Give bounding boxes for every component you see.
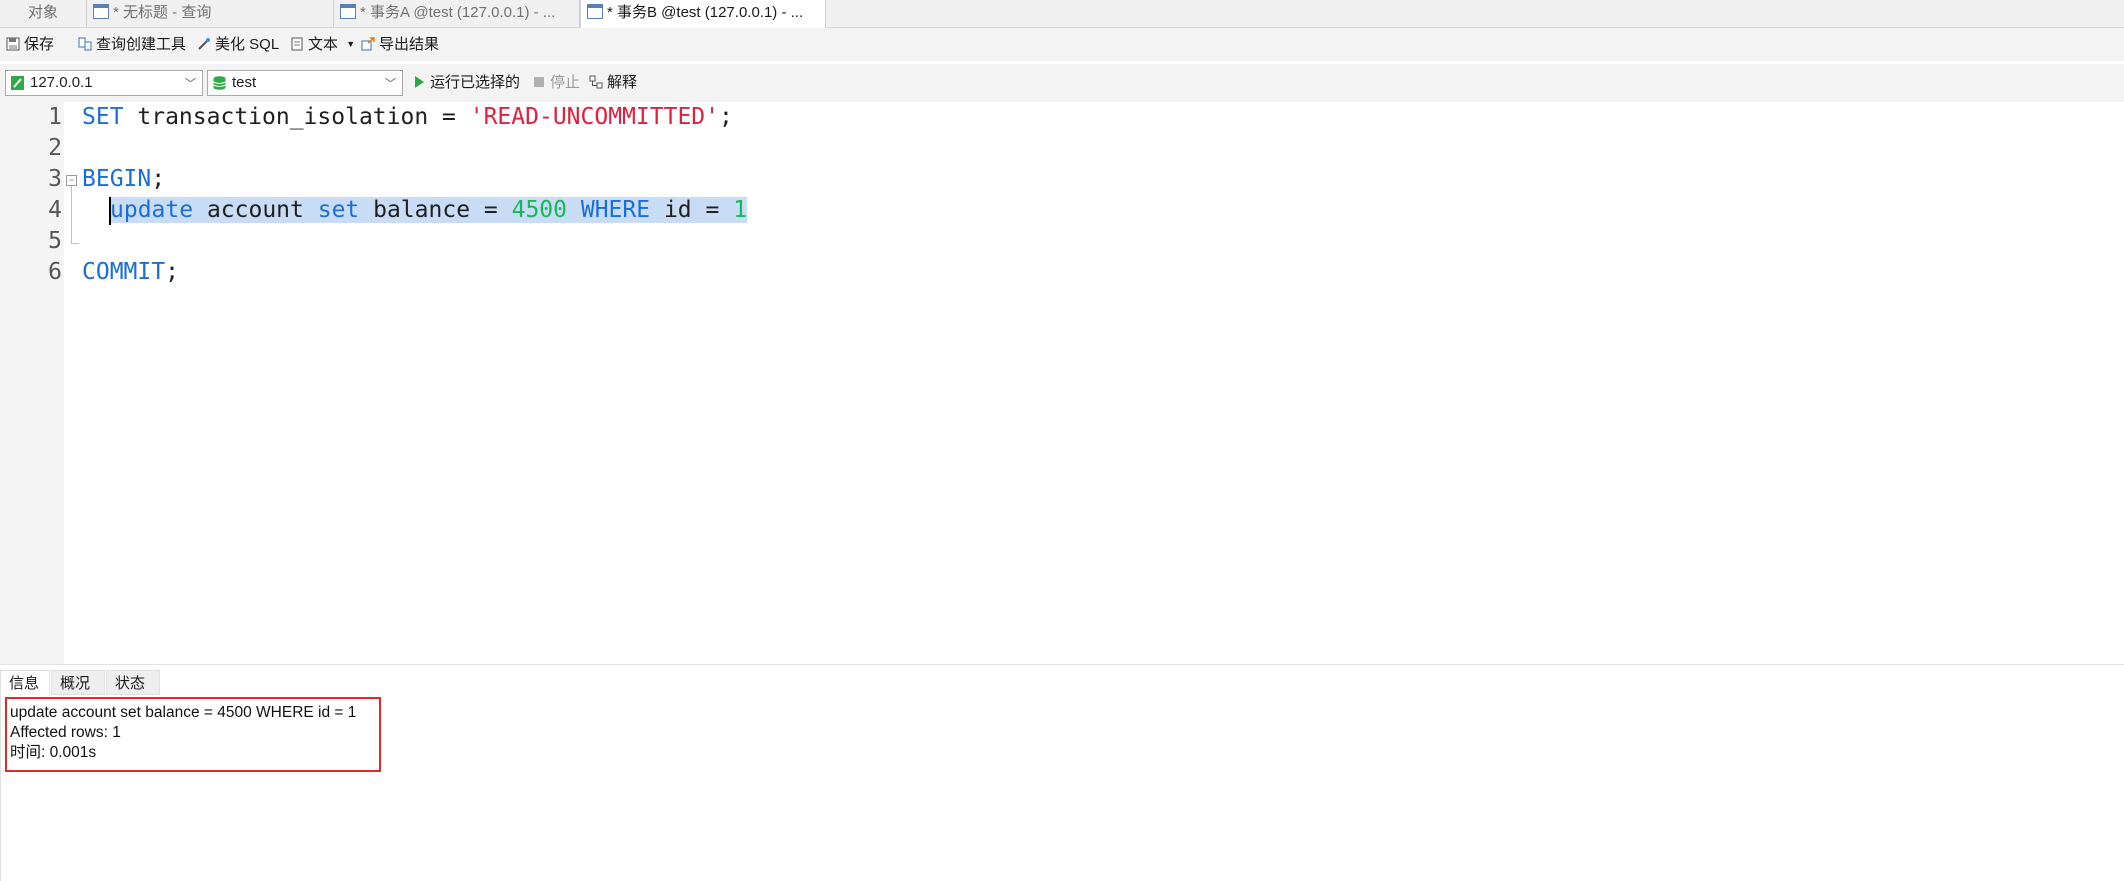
connection-icon [11,76,24,90]
tab-info[interactable]: 信息 [0,670,50,695]
save-icon [6,36,20,51]
line-number: 3 [48,166,62,192]
result-panel: 信息 概况 状态 update account set balance = 45… [0,664,2124,881]
explain-button[interactable]: 解释 [589,72,637,94]
string-literal: 'READ-UNCOMMITTED' [469,104,719,130]
keyword: WHERE [580,197,651,223]
tab-transaction-b[interactable]: * 事务B @test (127.0.0.1) - ... [580,0,826,28]
tab-label: 对象 [27,4,58,21]
stop-icon [532,74,546,88]
text-label: 文本 [308,36,339,53]
play-icon [412,74,426,89]
beautify-sql-label: 美化 SQL [215,36,280,53]
code-line-4: update account set balance = 4500 WHERE … [110,195,748,226]
result-statement: update account set balance = 4500 WHERE … [10,704,357,721]
tab-label: * 事务A @test (127.0.0.1) - ... [360,4,556,21]
code-text: account [193,197,318,223]
tab-status[interactable]: 状态 [106,670,160,695]
beautify-wand-icon [197,36,211,50]
export-icon [361,36,375,51]
keyword: BEGIN [82,166,152,192]
save-button[interactable]: 保存 [6,34,54,56]
tab-summary[interactable]: 概况 [51,670,105,695]
code-text: balance = [359,197,512,223]
execution-time: 时间: 0.001s [10,744,97,761]
database-icon [213,76,226,90]
keyword: SET [82,104,124,130]
code-text: ; [165,259,179,285]
code-text: id = [650,197,734,223]
keyword: set [317,197,360,223]
tab-objects[interactable]: 对象 [0,0,87,27]
query-table-icon [587,3,603,19]
keyword: COMMIT [82,259,166,285]
tab-label: * 事务B @test (127.0.0.1) - ... [607,4,804,21]
chevron-down-icon: ﹀ [185,78,196,90]
code-line-1: SET transaction_isolation = 'READ-UNCOMM… [82,102,733,133]
text-caret [109,197,111,225]
query-builder-icon [78,36,92,51]
query-table-icon [340,3,356,19]
document-tab-bar: 对象 * 无标题 - 查询 * 事务A @test (127.0.0.1) - … [0,0,2124,28]
code-line-6: COMMIT; [82,257,179,288]
line-number: 6 [48,259,62,285]
export-result-button[interactable]: 导出结果 [361,34,439,56]
database-select[interactable]: test ﹀ [207,70,403,96]
save-label: 保存 [24,36,55,53]
line-number: 1 [48,104,62,130]
tab-transaction-a[interactable]: * 事务A @test (127.0.0.1) - ... [334,0,580,27]
connection-value: 127.0.0.1 [30,74,93,91]
connection-select[interactable]: 127.0.0.1 ﹀ [5,70,203,96]
query-builder-button[interactable]: 查询创建工具 [78,34,186,56]
number-literal: 1 [733,197,748,223]
keyword: update [110,197,194,223]
stop-label: 停止 [550,74,581,91]
text-dropdown-button[interactable]: 文本 ▼ [290,34,355,56]
line-number: 5 [48,228,62,254]
panel-divider [0,695,1,881]
chevron-down-icon: ﹀ [385,78,396,90]
code-text: ; [151,166,166,192]
number-literal: 4500 [511,197,567,223]
code-text: ; [718,104,733,130]
database-value: test [232,74,257,91]
fold-guide [71,186,72,244]
result-message-box: update account set balance = 4500 WHERE … [5,697,381,772]
export-result-label: 导出结果 [379,36,440,53]
explain-icon [589,74,603,89]
run-selected-button[interactable]: 运行已选择的 [412,72,520,94]
line-number-gutter: 1 2 3 4 5 6 [0,102,64,664]
affected-rows: Affected rows: 1 [10,724,121,741]
sql-editor[interactable]: 1 2 3 4 5 6 − SET transaction_isolation … [0,102,2124,664]
tab-label: * 无标题 - 查询 [113,4,212,21]
code-text: transaction_isolation = [123,104,470,130]
query-table-icon [93,3,109,19]
fold-collapse-icon[interactable]: − [66,175,77,186]
line-number: 2 [48,135,62,161]
query-builder-label: 查询创建工具 [96,36,187,53]
beautify-sql-button[interactable]: 美化 SQL [197,34,279,56]
explain-label: 解释 [607,74,638,91]
stop-button[interactable]: 停止 [532,72,580,94]
fold-guide-end [71,243,79,244]
tab-untitled-query[interactable]: * 无标题 - 查询 [87,0,334,27]
selected-text: update account set balance = 4500 WHERE … [110,197,748,223]
run-selected-label: 运行已选择的 [430,74,521,91]
query-toolbar: 保存 查询创建工具 美化 SQL 文本 ▼ 导出结果 [0,28,2124,61]
run-toolbar: 127.0.0.1 ﹀ test ﹀ 运行已选择的 停止 解释 [0,64,2124,102]
code-line-3: BEGIN; [82,164,165,195]
line-number: 4 [48,197,62,223]
chevron-down-icon: ▼ [346,39,356,49]
text-document-icon [290,36,304,51]
